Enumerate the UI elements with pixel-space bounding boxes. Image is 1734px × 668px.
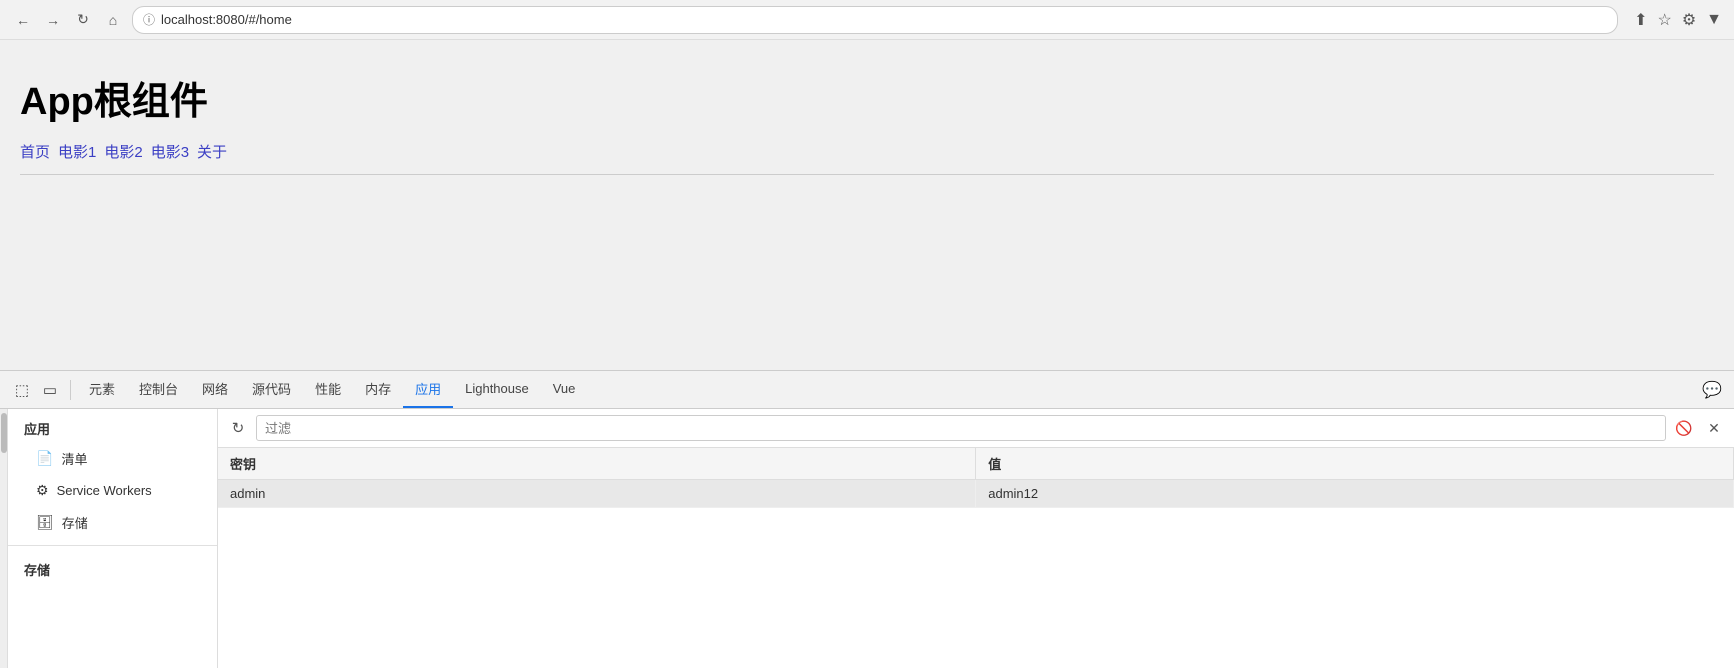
table-cell-key: admin	[218, 480, 976, 508]
back-button[interactable]: ←	[12, 9, 34, 31]
nav-separator	[20, 174, 1714, 175]
nav-link-home[interactable]: 首页	[20, 141, 50, 162]
sidebar-divider	[8, 545, 217, 546]
filter-refresh-button[interactable]: ↻	[226, 416, 250, 440]
sidebar-section-app-title: 应用	[8, 409, 217, 442]
devtools-sidebar: 应用 📄 清单 ⚙ Service Workers 🗄 存储 存储	[8, 409, 218, 668]
url-text: localhost:8080/#/home	[161, 12, 292, 27]
data-table: 密钥 值 admin admin12	[218, 448, 1734, 508]
sidebar-item-manifest[interactable]: 📄 清单	[8, 442, 217, 475]
sidebar-item-service-workers-label: Service Workers	[57, 483, 152, 498]
tab-memory[interactable]: 内存	[353, 371, 403, 408]
tab-sources[interactable]: 源代码	[240, 371, 303, 408]
device-toolbar-icon[interactable]: ▭	[36, 376, 64, 404]
filter-bar: ↻ 🚫 ✕	[218, 409, 1734, 448]
manifest-icon: 📄	[36, 450, 53, 467]
sidebar-item-service-workers[interactable]: ⚙ Service Workers	[8, 475, 217, 506]
browser-chrome: ← → ↻ ⌂ ⓘ localhost:8080/#/home ⬆ ☆ ⚙ ▼	[0, 0, 1734, 40]
refresh-button[interactable]: ↻	[72, 9, 94, 31]
table-header: 密钥 值	[218, 448, 1734, 480]
settings-icon[interactable]: ⚙	[1682, 10, 1696, 30]
browser-toolbar-right: ⬆ ☆ ⚙ ▼	[1634, 10, 1722, 30]
forward-button[interactable]: →	[42, 9, 64, 31]
tab-lighthouse[interactable]: Lighthouse	[453, 373, 541, 406]
tab-performance[interactable]: 性能	[303, 371, 353, 408]
bookmark-icon[interactable]: ☆	[1657, 10, 1671, 30]
nav-link-movie3[interactable]: 电影3	[151, 141, 189, 162]
service-workers-icon: ⚙	[36, 482, 49, 499]
tab-console[interactable]: 控制台	[127, 371, 190, 408]
filter-input[interactable]	[256, 415, 1666, 441]
sidebar-scroll-thumb[interactable]	[1, 413, 7, 453]
nav-link-movie2[interactable]: 电影2	[104, 141, 142, 162]
table-cell-value: admin12	[976, 480, 1734, 508]
home-button[interactable]: ⌂	[102, 9, 124, 31]
address-bar[interactable]: ⓘ localhost:8080/#/home	[132, 6, 1618, 34]
sidebar-scroll-bar	[0, 409, 8, 668]
filter-clear-button[interactable]: ✕	[1702, 416, 1726, 440]
storage-icon: 🗄	[36, 514, 54, 531]
tab-vue[interactable]: Vue	[541, 373, 588, 406]
devtools-main-panel: ↻ 🚫 ✕ 密钥 值 admin admin12	[218, 409, 1734, 668]
nav-link-movie1[interactable]: 电影1	[58, 141, 96, 162]
lock-icon: ⓘ	[143, 11, 155, 28]
sidebar-storage-section-title: 存储	[8, 552, 217, 583]
page-content: App根组件 首页 电影1 电影2 电影3 关于	[0, 40, 1734, 370]
table-row[interactable]: admin admin12	[218, 480, 1734, 508]
chat-icon[interactable]: 💬	[1702, 380, 1722, 400]
devtools-tabs: ⬚ ▭ 元素 控制台 网络 源代码 性能 内存 应用 Lighthouse Vu…	[0, 371, 1734, 409]
page-title: App根组件	[20, 70, 1714, 125]
tab-elements[interactable]: 元素	[77, 371, 127, 408]
devtools-body: 应用 📄 清单 ⚙ Service Workers 🗄 存储 存储 ↻ 🚫	[0, 409, 1734, 668]
table-body: admin admin12	[218, 480, 1734, 508]
nav-links: 首页 电影1 电影2 电影3 关于	[20, 141, 1714, 162]
tab-divider	[70, 380, 71, 400]
sidebar-item-storage[interactable]: 🗄 存储	[8, 506, 217, 539]
filter-block-button[interactable]: 🚫	[1672, 416, 1696, 440]
tab-application[interactable]: 应用	[403, 371, 453, 408]
column-header-value: 值	[976, 448, 1734, 480]
sidebar-item-storage-label: 存储	[62, 513, 88, 532]
column-header-key: 密钥	[218, 448, 976, 480]
share-icon[interactable]: ⬆	[1634, 10, 1647, 30]
tab-network[interactable]: 网络	[190, 371, 240, 408]
devtools-panel: ⬚ ▭ 元素 控制台 网络 源代码 性能 内存 应用 Lighthouse Vu…	[0, 370, 1734, 668]
inspect-element-icon[interactable]: ⬚	[8, 376, 36, 404]
sidebar-item-manifest-label: 清单	[61, 449, 87, 468]
menu-icon[interactable]: ▼	[1706, 11, 1722, 29]
nav-link-about[interactable]: 关于	[197, 141, 227, 162]
